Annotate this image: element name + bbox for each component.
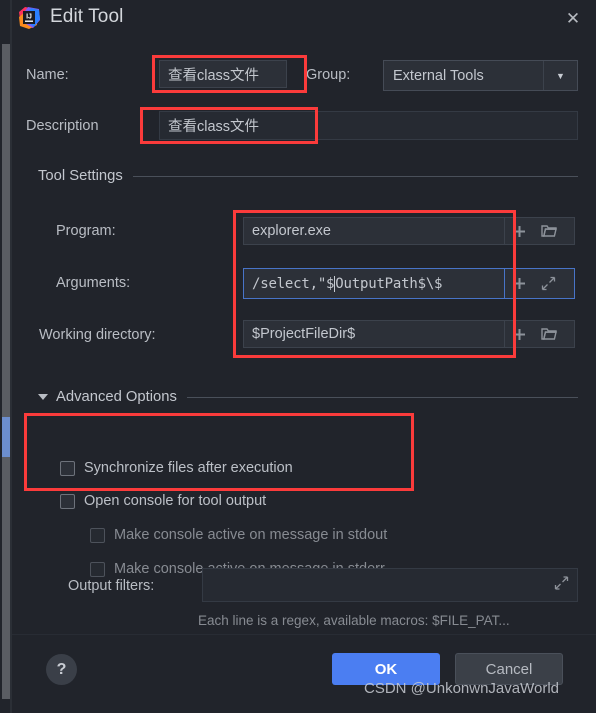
arguments-label: Arguments: xyxy=(56,275,131,291)
ok-button[interactable]: OK xyxy=(332,653,440,685)
checkbox-row-console-active-stdout[interactable]: Make console active on message in stdout xyxy=(90,527,387,543)
description-input[interactable]: 查看class文件 xyxy=(159,111,578,140)
ide-left-strip xyxy=(0,0,12,713)
checkbox-row-open-console[interactable]: Open console for tool output xyxy=(60,493,266,509)
checkbox-synchronize-files[interactable] xyxy=(60,460,75,476)
section-divider xyxy=(132,175,578,177)
program-input[interactable]: explorer.exe xyxy=(243,217,505,245)
plus-icon[interactable] xyxy=(505,218,534,244)
checkbox-console-active-stdout[interactable] xyxy=(90,527,105,543)
section-divider xyxy=(186,396,578,398)
close-icon[interactable]: ✕ xyxy=(558,4,588,32)
arguments-text-after-caret: OutputPath$\$ xyxy=(335,275,443,292)
cancel-button[interactable]: Cancel xyxy=(455,653,563,685)
edit-tool-dialog: IJ Edit Tool ✕ Name: 查看class文件 Group: Ex… xyxy=(12,0,596,713)
checkbox-row-synchronize-files[interactable]: Synchronize files after execution xyxy=(60,460,293,476)
name-input[interactable]: 查看class文件 xyxy=(159,60,287,88)
plus-icon[interactable] xyxy=(505,271,534,297)
working-directory-label: Working directory: xyxy=(39,327,156,343)
group-label: Group: xyxy=(306,67,351,83)
svg-text:IJ: IJ xyxy=(26,14,32,21)
output-filters-label: Output filters: xyxy=(68,578,155,594)
dialog-titlebar: IJ Edit Tool ✕ xyxy=(12,0,596,42)
advanced-options-section-header[interactable]: Advanced Options xyxy=(38,389,578,405)
help-button[interactable]: ? xyxy=(46,654,77,685)
edit-tool-dialog-screen: IJ Edit Tool ✕ Name: 查看class文件 Group: Ex… xyxy=(0,0,596,713)
intellij-idea-icon: IJ xyxy=(17,6,41,30)
plus-icon[interactable] xyxy=(505,321,534,347)
ide-scrollbar-track[interactable] xyxy=(2,44,10,699)
group-dropdown[interactable]: External Tools ▼ xyxy=(383,60,578,91)
folder-icon[interactable] xyxy=(534,321,563,347)
advanced-options-section-title: Advanced Options xyxy=(56,389,177,405)
working-directory-buttons xyxy=(505,320,575,348)
annotation-box-checkboxes xyxy=(24,413,414,491)
dialog-title: Edit Tool xyxy=(50,6,124,27)
ide-scrollbar-thumb[interactable] xyxy=(2,417,10,457)
checkbox-label: Synchronize files after execution xyxy=(84,460,293,476)
checkbox-open-console[interactable] xyxy=(60,493,75,509)
tool-settings-section-header: Tool Settings xyxy=(38,168,578,184)
checkbox-label: Open console for tool output xyxy=(84,493,267,509)
description-label: Description xyxy=(26,118,99,134)
working-directory-input[interactable]: $ProjectFileDir$ xyxy=(243,320,505,348)
expand-arrows-icon[interactable] xyxy=(534,271,563,297)
chevron-down-icon: ▼ xyxy=(543,61,577,90)
name-label: Name: xyxy=(26,67,69,83)
output-filters-input[interactable] xyxy=(202,568,578,602)
arguments-input[interactable]: /select,"$ OutputPath$\$ xyxy=(243,268,505,299)
arguments-text-before-caret: /select,"$ xyxy=(252,275,335,292)
triangle-down-icon xyxy=(38,394,48,400)
program-label: Program: xyxy=(56,223,116,239)
folder-icon[interactable] xyxy=(534,218,563,244)
tool-settings-section-title: Tool Settings xyxy=(38,168,123,184)
group-dropdown-value: External Tools xyxy=(393,67,484,84)
output-filters-hint: Each line is a regex, available macros: … xyxy=(198,613,510,628)
arguments-buttons xyxy=(505,268,575,299)
footer-divider xyxy=(12,634,596,635)
checkbox-console-active-stderr[interactable] xyxy=(90,561,105,577)
checkbox-label: Make console active on message in stdout xyxy=(114,527,388,543)
program-buttons xyxy=(505,217,575,245)
expand-arrows-icon[interactable] xyxy=(554,576,569,595)
